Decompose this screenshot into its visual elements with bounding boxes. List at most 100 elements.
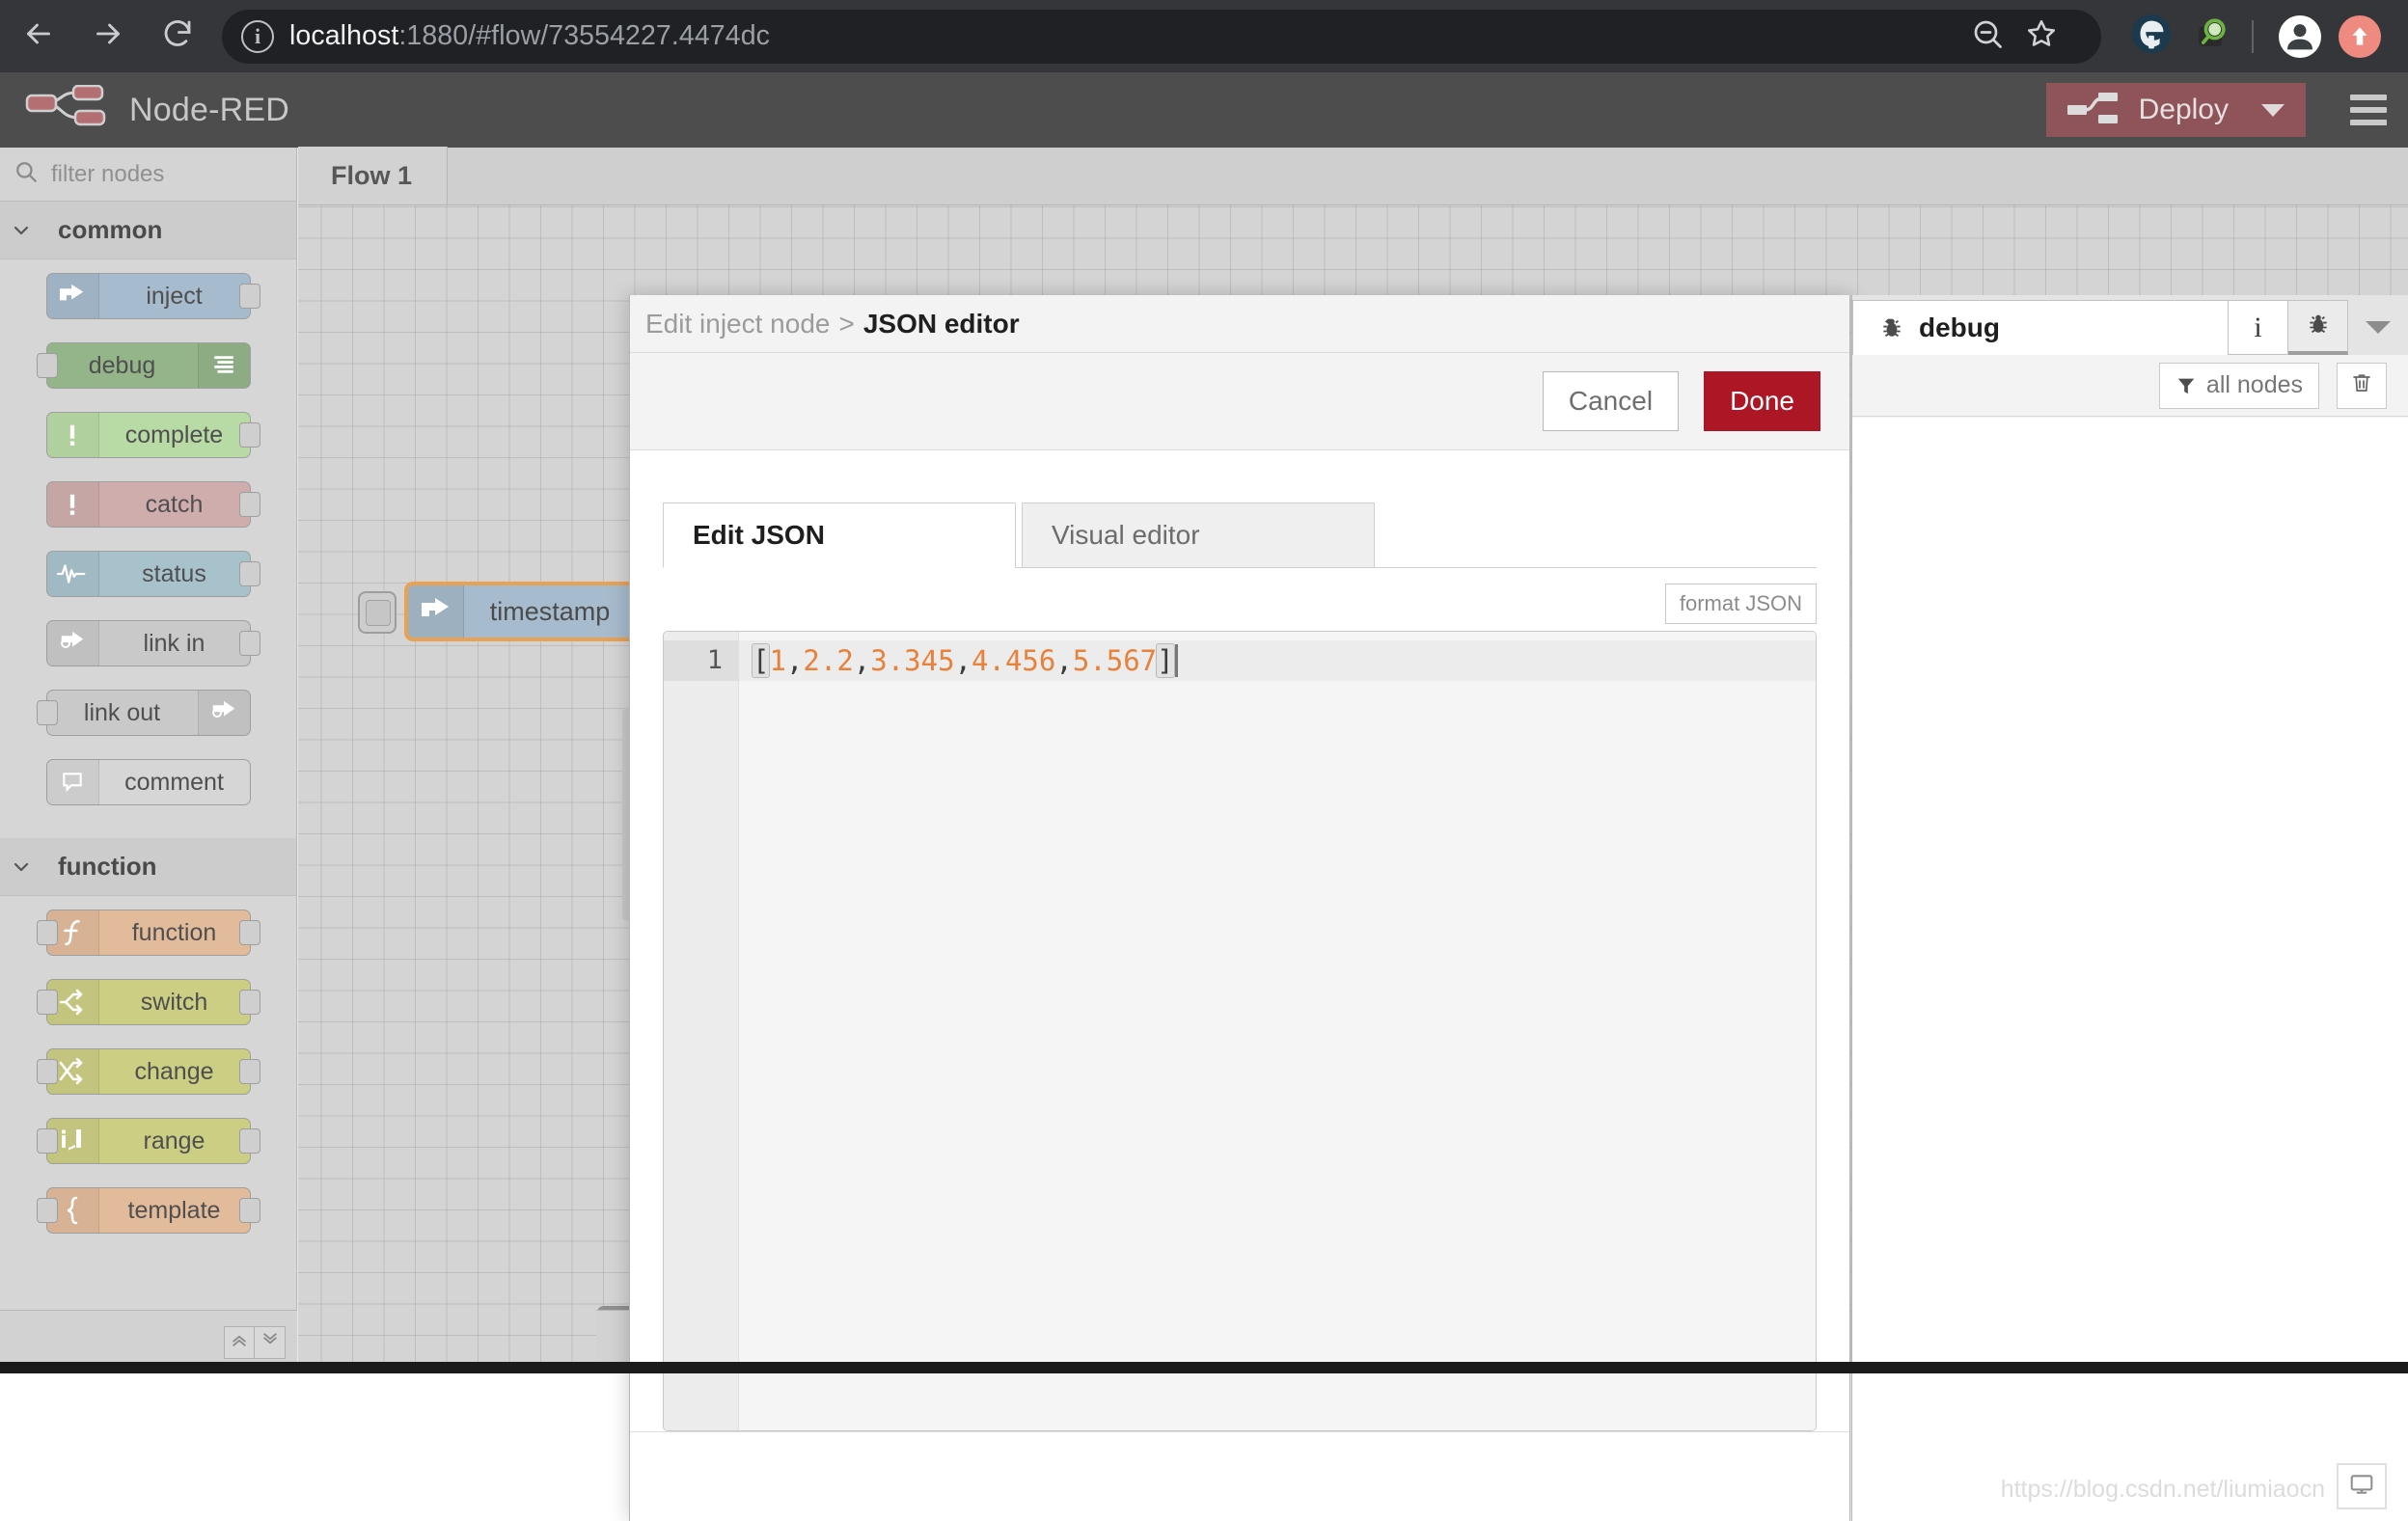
tab-visual-editor[interactable]: Visual editor (1022, 502, 1375, 568)
editor-code-area[interactable]: [1,2.2,3.345,4.456,5.567] (739, 632, 1816, 1430)
palette-node-label: status (99, 560, 250, 588)
address-bar[interactable]: i localhost:1880/#flow/73554227.4474dc (222, 10, 2101, 64)
editor-line-1[interactable]: [1,2.2,3.345,4.456,5.567] (739, 640, 1816, 681)
expand-all-button[interactable] (255, 1326, 286, 1359)
palette-node-link-out[interactable]: link out (46, 690, 251, 736)
palette-node-port-out[interactable] (239, 492, 260, 517)
sidebar-debug-button[interactable] (2288, 300, 2348, 355)
extension-edge-button[interactable] (2124, 10, 2178, 64)
bookmark-button[interactable] (2016, 12, 2066, 62)
palette-node-inject[interactable]: inject (46, 273, 251, 319)
update-button[interactable] (2333, 10, 2387, 64)
palette-node-change[interactable]: change (46, 1048, 251, 1095)
site-info-icon[interactable]: i (241, 20, 274, 53)
palette-node-port-out[interactable] (239, 920, 260, 945)
palette-node-port-in[interactable] (37, 920, 58, 945)
palette-node-label: change (99, 1058, 250, 1086)
breadcrumb-parent[interactable]: Edit inject node (645, 309, 830, 340)
palette-node-port-out[interactable] (239, 422, 260, 448)
inject-arrow-icon (47, 274, 99, 318)
debug-messages-panel[interactable] (1852, 418, 2408, 1521)
tab-edit-json[interactable]: Edit JSON (663, 502, 1016, 568)
debug-filter-button[interactable]: all nodes (2159, 363, 2319, 409)
palette-node-port-out[interactable] (239, 1059, 260, 1084)
flow-node-label: timestamp (464, 597, 642, 627)
profile-button[interactable] (2273, 10, 2327, 64)
node-red-title: Node-RED (129, 92, 289, 129)
palette-search[interactable]: filter nodes (0, 148, 296, 202)
palette-node-port-in[interactable] (37, 1059, 58, 1084)
palette-node-port-out[interactable] (239, 1198, 260, 1223)
reload-button[interactable] (147, 6, 208, 68)
editor-tabs: Edit JSON Visual editor (663, 499, 1817, 568)
palette-node-port-out[interactable] (239, 631, 260, 656)
json-number-token: 1 (769, 644, 785, 677)
palette-node-label: switch (99, 989, 250, 1017)
sidebar-tab-debug[interactable]: debug (1852, 300, 2229, 355)
node-red-brand[interactable]: Node-RED (0, 85, 289, 136)
debug-clear-button[interactable] (2337, 363, 2387, 409)
palette-node-link-in[interactable]: link in (46, 620, 251, 666)
palette-category-label: common (58, 215, 162, 245)
format-json-button[interactable]: format JSON (1665, 584, 1817, 624)
extension-search-button[interactable] (2184, 10, 2238, 64)
tray-content: Edit JSON Visual editor format JSON 1 [1… (630, 450, 1849, 1431)
breadcrumb-separator: > (838, 309, 854, 340)
palette-node-port-out[interactable] (239, 561, 260, 586)
palette-node-port-out[interactable] (239, 1128, 260, 1154)
palette-node-debug[interactable]: debug (46, 342, 251, 389)
palette-node-label: function (99, 919, 250, 947)
flow-tab-flow1[interactable]: Flow 1 (298, 147, 448, 204)
palette-node-port-in[interactable] (37, 700, 58, 725)
node-input-port[interactable] (366, 600, 391, 626)
palette-category-function[interactable]: function (0, 838, 296, 896)
palette-node-port-out[interactable] (239, 990, 260, 1015)
palette-node-port-out[interactable] (239, 284, 260, 309)
palette-node-switch[interactable]: switch (46, 979, 251, 1025)
palette-node-function[interactable]: function (46, 910, 251, 956)
browser-toolbar: i localhost:1880/#flow/73554227.4474dc (0, 0, 2408, 72)
json-editor[interactable]: 1 [1,2.2,3.345,4.456,5.567] (663, 631, 1817, 1431)
palette-node-port-in[interactable] (37, 1128, 58, 1154)
palette-node-comment[interactable]: comment (46, 759, 251, 805)
debug-lines-icon (198, 343, 250, 388)
palette-node-complete[interactable]: complete (46, 412, 251, 458)
reload-icon (160, 16, 195, 56)
done-button[interactable]: Done (1704, 371, 1820, 431)
collapse-all-button[interactable] (224, 1326, 255, 1359)
palette-node-port-in[interactable] (37, 353, 58, 378)
trash-icon (2350, 371, 2373, 399)
deploy-caret-icon[interactable] (2261, 104, 2285, 117)
palette-node-port-in[interactable] (37, 990, 58, 1015)
palette-node-label: complete (99, 421, 250, 449)
deploy-label: Deploy (2139, 94, 2229, 126)
edit-inject-node-tray: Edit inject node > JSON editor Cancel Do… (629, 295, 1850, 1521)
info-i-icon: i (2254, 312, 2261, 344)
sidebar-more-button[interactable] (2348, 300, 2408, 355)
palette-node-label: comment (99, 769, 250, 797)
deploy-button[interactable]: Deploy (2046, 83, 2306, 137)
main-menu-button[interactable] (2350, 95, 2387, 125)
palette-node-port-in[interactable] (37, 1198, 58, 1223)
back-button[interactable] (8, 6, 69, 68)
json-punct-token: , (1055, 644, 1072, 677)
forward-button[interactable] (77, 6, 139, 68)
palette-node-status[interactable]: status (46, 551, 251, 597)
tray-footer (630, 1431, 1849, 1521)
sidebar-info-button[interactable]: i (2229, 300, 2288, 355)
palette-category-body-function: function switch change range template (0, 896, 296, 1266)
pulse-wave-icon (47, 552, 99, 596)
cancel-button[interactable]: Cancel (1543, 371, 1679, 431)
json-number-token: 3.345 (870, 644, 954, 677)
palette-node-catch[interactable]: catch (46, 481, 251, 528)
double-chevron-up-icon (230, 1330, 249, 1354)
caret-down-icon (2366, 321, 2391, 334)
node-palette: filter nodes common inject debug complete ca… (0, 148, 297, 1373)
comment-bubble-icon (47, 760, 99, 804)
palette-node-range[interactable]: range (46, 1118, 251, 1164)
extensions-and-profile (2119, 10, 2408, 64)
zoom-out-button[interactable] (1962, 12, 2012, 62)
flow-node-timestamp[interactable]: timestamp (404, 582, 645, 641)
palette-category-common[interactable]: common (0, 202, 296, 259)
palette-node-template[interactable]: template (46, 1187, 251, 1234)
